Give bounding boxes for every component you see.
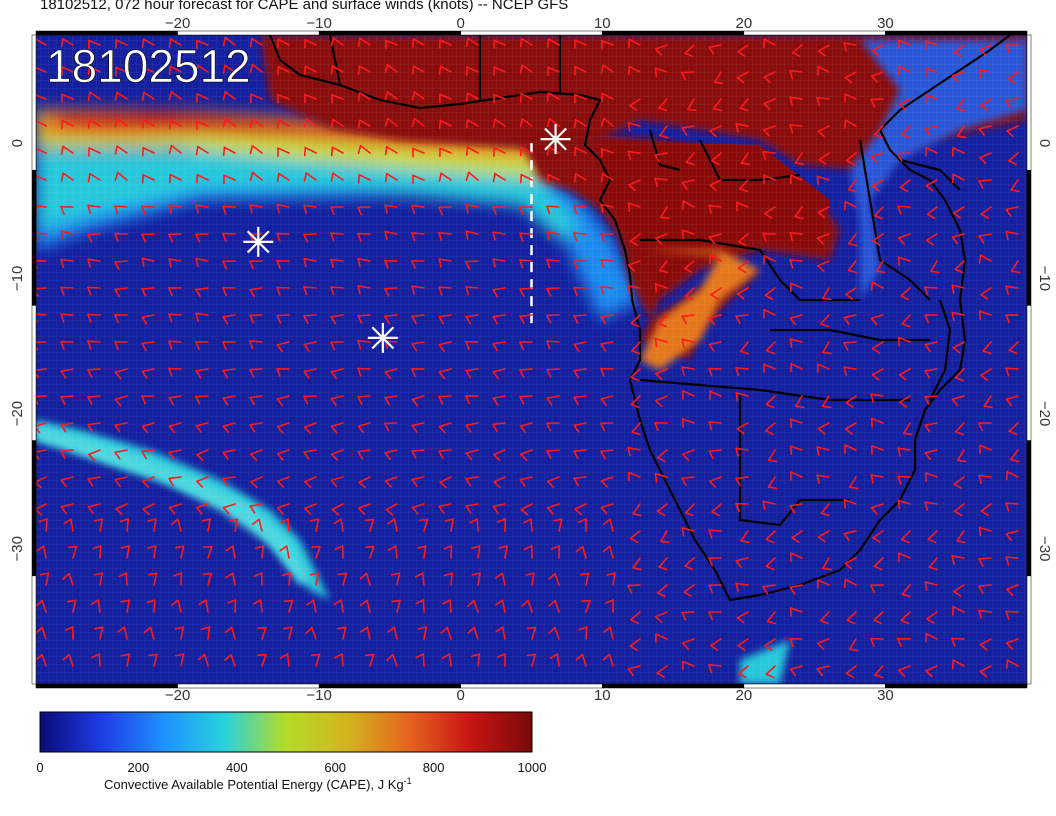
axis-bar-segment [318,683,461,689]
star-marker-2 [243,226,274,257]
axis-bar-segment [31,34,37,171]
axis-bar-segment [602,30,745,36]
axis-bar-segment [318,30,461,36]
star-marker-3 [367,322,398,353]
lat-tick-left: −20 [9,401,26,426]
axis-bar-segment [1026,575,1032,685]
star-marker-1 [540,124,571,155]
lon-tick-bottom: 0 [457,687,465,700]
axis-bar-segment [177,683,320,689]
colorbar-tick: 200 [128,760,150,775]
cape-wind-map: −20 −20 −10 −10 0 0 10 10 20 20 30 30 0 0 −10 −10 −20 −2… [9,15,1053,700]
lon-tick-top: 30 [877,15,894,32]
axis-bar-segment [885,30,1028,36]
colorbar-label: Convective Available Potential Energy (C… [104,776,412,792]
lat-tick-right: −30 [1036,536,1053,561]
colorbar-label-sup: -1 [404,776,412,786]
axis-bar-segment [1026,305,1032,441]
lat-tick-left: −30 [9,536,26,561]
lon-tick-bottom: 10 [594,687,611,700]
colorbar-tick: 0 [36,760,43,775]
lon-tick-bottom: 30 [877,687,894,700]
colorbar-tick: 800 [423,760,445,775]
axis-bar-segment [31,169,37,306]
axis-bar-segment [31,305,37,441]
lon-tick-top: 10 [594,15,611,32]
lon-tick-top: −20 [165,15,190,32]
lon-tick-bottom: −10 [306,687,331,700]
lon-tick-top: −10 [306,15,331,32]
colorbar-tick: 1000 [518,760,547,775]
axis-bar-segment [31,440,37,577]
lat-tick-left: −10 [9,266,26,291]
axis-bar-segment [1026,169,1032,306]
colorbar: 0 200 400 600 800 1000 Convective Available P… [36,711,547,792]
axis-bar-segment [1026,34,1032,171]
axis-bar-segment [35,30,178,36]
axis-bar-segment [885,683,1028,689]
lat-tick-right: 0 [1036,139,1053,147]
lat-tick-right: −10 [1036,266,1053,291]
lat-tick-right: −20 [1036,401,1053,426]
lon-tick-top: 0 [457,15,465,32]
axis-bar-segment [31,575,37,685]
lon-tick-top: 20 [736,15,753,32]
lon-tick-bottom: −20 [165,687,190,700]
colorbar-label-text: Convective Available Potential Energy (C… [104,777,404,792]
axis-bar-segment [460,30,603,36]
lat-tick-left: 0 [9,139,26,147]
axis-bar-segment [35,683,178,689]
colorbar-tick: 600 [324,760,346,775]
colorbar-tick: 400 [226,760,248,775]
axis-bar-segment [177,30,320,36]
axis-bar-segment [602,683,745,689]
colorbar-strip [39,711,533,753]
axis-bar-segment [1026,440,1032,577]
axis-bar-segment [743,683,886,689]
date-stamp: 18102512 [46,40,251,92]
lon-tick-bottom: 20 [736,687,753,700]
axis-bar-segment [743,30,886,36]
axis-bar-segment [460,683,603,689]
